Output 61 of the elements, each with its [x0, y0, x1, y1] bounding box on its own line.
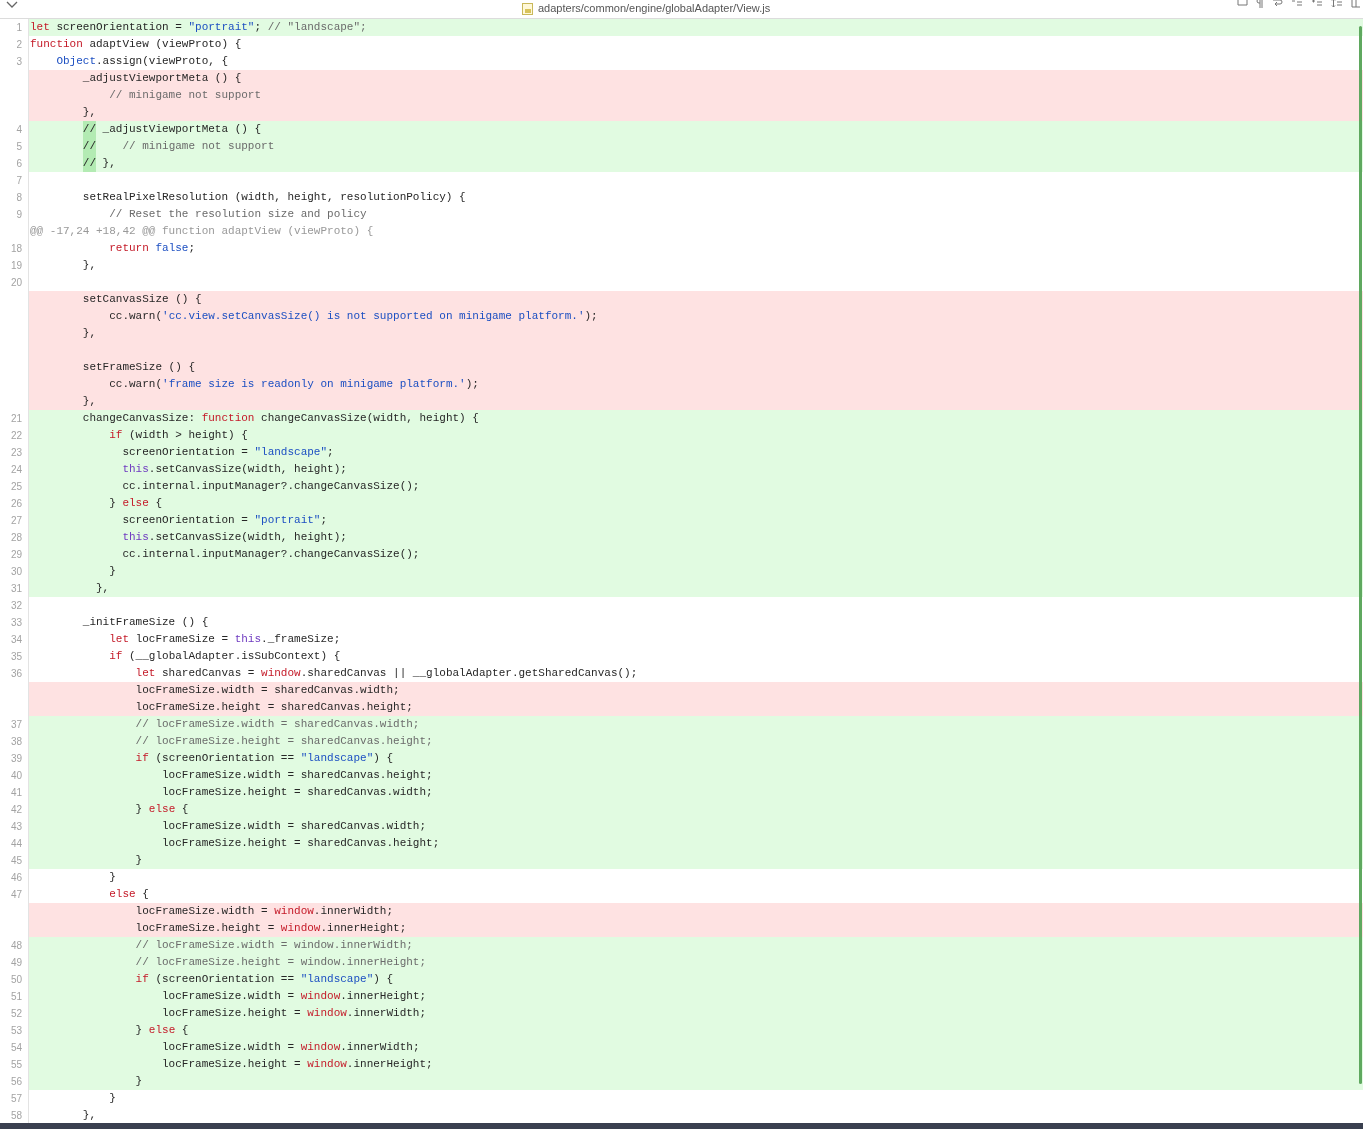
- line-number: 54: [10, 1042, 22, 1053]
- line-number: 23: [10, 447, 22, 458]
- expand-lines-icon[interactable]: [1311, 0, 1323, 8]
- line-number: 29: [10, 549, 22, 560]
- line-number: 55: [10, 1059, 22, 1070]
- line-number: 51: [10, 991, 22, 1002]
- line-number: 21: [10, 413, 22, 424]
- line-number: 31: [10, 583, 22, 594]
- line-number: 19: [10, 260, 22, 271]
- line-number: 48: [10, 940, 22, 951]
- line-number: 26: [10, 498, 22, 509]
- line-number: 45: [10, 855, 22, 866]
- line-number: 35: [10, 651, 22, 662]
- line-number: 32: [10, 600, 22, 611]
- line-number: 52: [10, 1008, 22, 1019]
- line-number: 2: [16, 39, 22, 50]
- line-number: 25: [10, 481, 22, 492]
- line-number: 8: [16, 192, 22, 203]
- pilcrow-icon[interactable]: [1256, 0, 1264, 8]
- line-number: 9: [16, 209, 22, 220]
- line-number: 47: [10, 889, 22, 900]
- line-number: 18: [10, 243, 22, 254]
- scrollbar-thumb[interactable]: [1359, 26, 1362, 1084]
- expand-all-icon[interactable]: [1331, 0, 1343, 8]
- wrap-icon[interactable]: [1272, 0, 1283, 8]
- line-number: 4: [16, 124, 22, 135]
- line-number: 42: [10, 804, 22, 815]
- line-number: 1: [16, 22, 22, 33]
- line-number: 34: [10, 634, 22, 645]
- line-number: 3: [16, 56, 22, 67]
- line-number: 36: [10, 668, 22, 679]
- line-number: 44: [10, 838, 22, 849]
- line-number: 28: [10, 532, 22, 543]
- line-number: 33: [10, 617, 22, 628]
- line-number: 27: [10, 515, 22, 526]
- line-number: 5: [16, 141, 22, 152]
- line-number: 50: [10, 974, 22, 985]
- chevron-down-icon[interactable]: [6, 1, 18, 9]
- line-number: 24: [10, 464, 22, 475]
- line-number: 49: [10, 957, 22, 968]
- line-number: 41: [10, 787, 22, 798]
- line-number: 53: [10, 1025, 22, 1036]
- line-number: 46: [10, 872, 22, 883]
- line-number: 6: [16, 158, 22, 169]
- collapse-lines-icon[interactable]: [1291, 0, 1303, 8]
- js-file-icon: [522, 2, 533, 15]
- file-path: adapters/common/engine/globalAdapter/View.js: [538, 2, 771, 15]
- line-number: 40: [10, 770, 22, 781]
- split-view-icon[interactable]: [1351, 0, 1361, 8]
- line-number: 38: [10, 736, 22, 747]
- line-number: 56: [10, 1076, 22, 1087]
- line-number: 43: [10, 821, 22, 832]
- line-number: 57: [10, 1093, 22, 1104]
- line-number: 30: [10, 566, 22, 577]
- line-number: 58: [10, 1110, 22, 1121]
- line-number: 20: [10, 277, 22, 288]
- line-number: 22: [10, 430, 22, 441]
- line-number: 37: [10, 719, 22, 730]
- line-number: 7: [16, 175, 22, 186]
- whitespace-icon[interactable]: [1237, 0, 1248, 7]
- line-number: 39: [10, 753, 22, 764]
